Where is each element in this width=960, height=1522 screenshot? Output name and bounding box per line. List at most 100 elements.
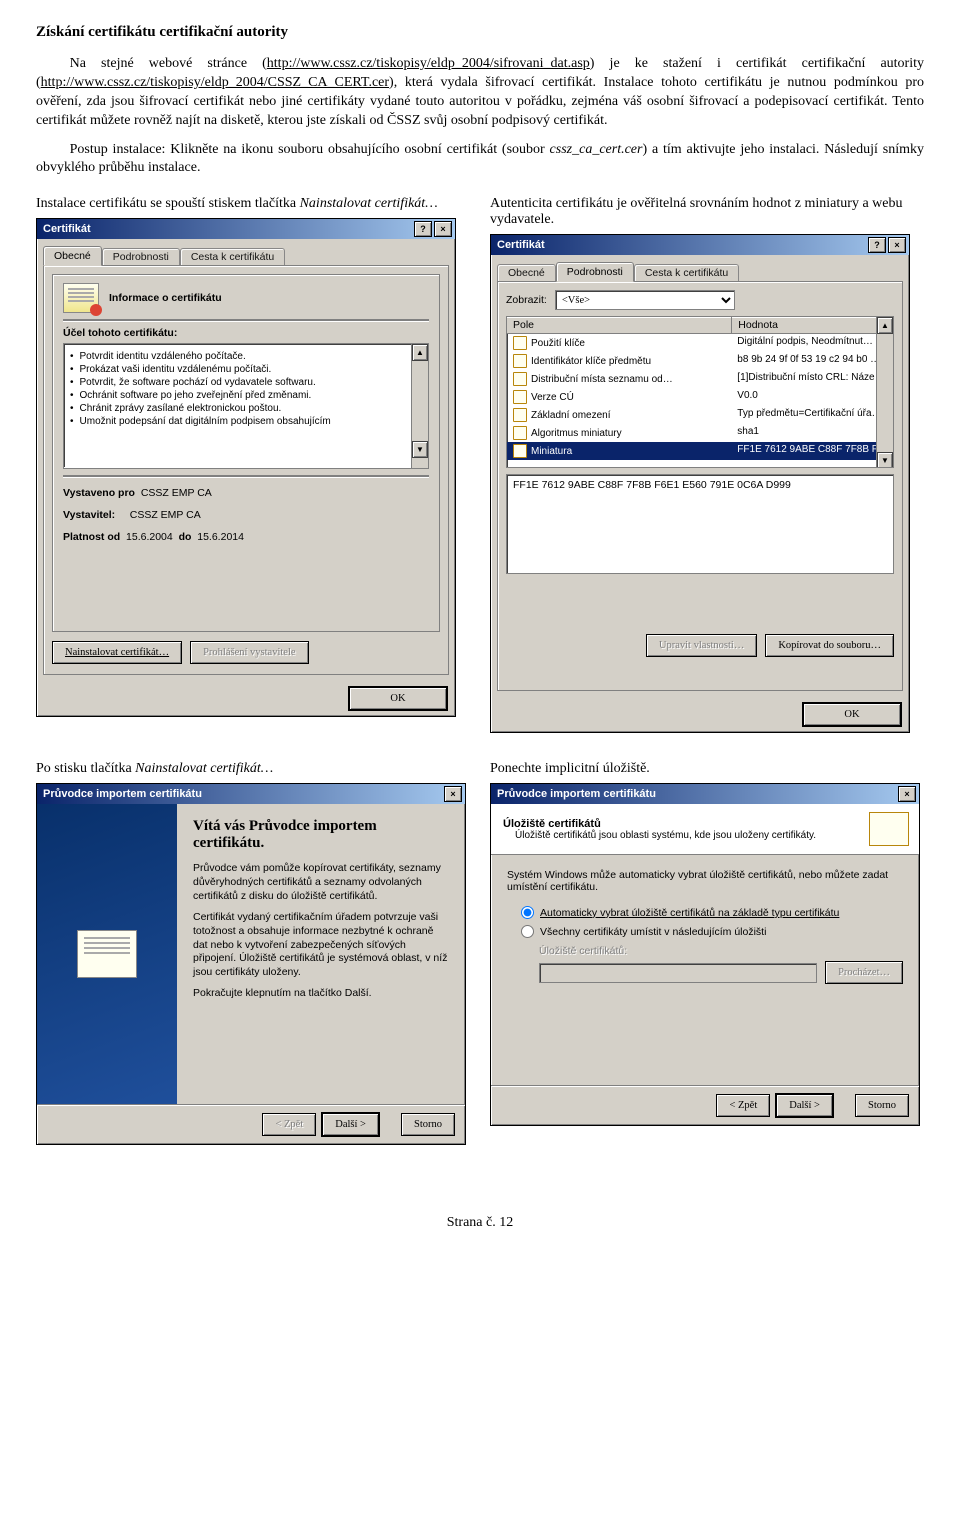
ok-button[interactable]: OK [803,703,901,726]
radio-group-store: Automaticky vybrat úložiště certifikátů … [521,903,903,984]
close-button[interactable]: × [434,221,452,237]
listview-row[interactable]: Základní omezeníTyp předmětu=Certifikačn… [507,406,893,424]
radio-manual-label: Všechny certifikáty umístit v následujíc… [540,926,766,938]
titlebar[interactable]: Průvodce importem certifikátu × [37,784,465,804]
caption-right-1: Autenticita certifikátu je ověřitelná sr… [490,196,924,228]
text: Postup instalace: Klikněte na ikonu soub… [70,142,550,157]
title-text: Průvodce importem certifikátu [497,788,896,800]
title-text: Certifikát [43,223,412,235]
radio-auto-input[interactable] [521,906,534,919]
radio-manual[interactable]: Všechny certifikáty umístit v následujíc… [521,922,903,941]
caption-left-2: Po stisku tlačítka Nainstalovat certifik… [36,761,470,777]
scrollbar[interactable]: ▲ ▼ [411,344,428,468]
show-row: Zobrazit: <Vše> [506,290,894,310]
next-button[interactable]: Další > [776,1094,833,1117]
wizard-title: Vítá vás Průvodce importem certifikátu. [193,818,449,852]
tab-general[interactable]: Obecné [43,246,102,266]
dialog-cert-general: Certifikát ? × Obecné Podrobnosti Cesta … [36,218,456,717]
issuer-row: Vystavitel: CSSZ EMP CA [63,509,429,521]
help-button[interactable]: ? [868,237,886,253]
text: Na stejné webové stránce ( [70,56,267,71]
issuer-statement-button: Prohlášení vystavitele [190,641,308,664]
cancel-button[interactable]: Storno [401,1113,455,1136]
fields-listview[interactable]: Pole Hodnota Použití klíčeDigitální podp… [506,316,894,468]
scroll-down-icon[interactable]: ▼ [412,441,428,458]
scroll-up-icon[interactable]: ▲ [877,317,893,334]
cell-field: Identifikátor klíče předmětu [531,356,651,367]
cell-field: Verze CÚ [531,392,574,403]
ok-button[interactable]: OK [349,687,447,710]
row-2: Po stisku tlačítka Nainstalovat certifik… [36,761,924,1145]
title-text: Certifikát [497,239,866,251]
col-left-2: Po stisku tlačítka Nainstalovat certifik… [36,761,470,1145]
scroll-down-icon[interactable]: ▼ [877,452,893,468]
divider [63,319,429,321]
store-input-row: Procházet… [539,961,903,984]
wizard-step-sub: Úložiště certifikátů jsou oblasti systém… [515,830,869,841]
cert-info-group: Informace o certifikátu Účel tohoto cert… [52,274,440,632]
show-select[interactable]: <Vše> [555,290,735,310]
listview-header: Pole Hodnota [507,317,893,334]
help-button[interactable]: ? [414,221,432,237]
listview-row[interactable]: Algoritmus miniatury sha1 [507,424,893,442]
cell-field: Algoritmus miniatury [531,428,622,439]
col-value[interactable]: Hodnota [732,317,893,333]
title-text: Průvodce importem certifikátu [43,788,442,800]
scroll-track[interactable] [412,361,428,441]
install-cert-button[interactable]: Nainstalovat certifikát… [52,641,182,664]
copy-to-file-button[interactable]: Kopírovat do souboru… [765,634,894,657]
cell-value: sha1 [731,424,893,442]
wizard-body: Vítá vás Průvodce importem certifikátu. … [37,804,465,1104]
close-button[interactable]: × [444,786,462,802]
scrollbar[interactable]: ▲ ▼ [876,317,893,467]
store-subfield: Úložiště certifikátů: [539,945,903,957]
wizard-footer: < Zpět Další > Storno [491,1085,919,1125]
tab-details[interactable]: Podrobnosti [556,262,634,282]
text-ital: Nainstalovat certifikát… [135,761,273,776]
field-icon [513,354,527,368]
listview-row[interactable]: Verze CÚV0.0 [507,388,893,406]
link-cert-cer[interactable]: http://www.cssz.cz/tiskopisy/eldp_2004/C… [41,75,389,90]
intro-paragraph-2: Postup instalace: Klikněte na ikonu soub… [36,141,924,179]
wizard-body-text: Systém Windows může automaticky vybrat ú… [507,869,903,893]
field-icon [513,390,527,404]
intro-paragraph-1: Na stejné webové stránce (http://www.css… [36,55,924,131]
back-button[interactable]: < Zpět [716,1094,770,1117]
purpose-item: Potvrdit identitu vzdáleného počítače. [70,350,422,363]
purpose-item: Ochránit software po jeho zveřejnění pře… [70,389,422,402]
cell-value: [1]Distribuční místo CRL: Náze… [731,370,893,388]
close-button[interactable]: × [898,786,916,802]
listview-row[interactable]: Použití klíčeDigitální podpis, Neodmítnu… [507,334,893,352]
cell-field: Základní omezení [531,410,611,421]
col-right-2: Ponechte implicitní úložiště. Průvodce i… [490,761,924,1145]
valid-to-value: 15.6.2014 [197,531,244,543]
titlebar[interactable]: Průvodce importem certifikátu × [491,784,919,804]
titlebar[interactable]: Certifikát ? × [491,235,909,255]
scroll-track[interactable] [877,334,893,452]
cell-field: Distribuční místa seznamu od… [531,374,673,385]
listview-row-selected[interactable]: MiniaturaFF1E 7612 9ABE C88F 7F8B F… [507,442,893,460]
cell-value: FF1E 7612 9ABE C88F 7F8B F… [731,442,893,460]
link-sifrovani[interactable]: http://www.cssz.cz/tiskopisy/eldp_2004/s… [267,56,590,71]
next-button[interactable]: Další > [322,1113,379,1136]
cancel-button[interactable]: Storno [855,1094,909,1117]
issuer-value: CSSZ EMP CA [130,509,201,521]
purpose-list: Potvrdit identitu vzdáleného počítače. P… [63,343,429,469]
scroll-up-icon[interactable]: ▲ [412,344,428,361]
certificate-doc-icon [77,930,137,978]
col-field[interactable]: Pole [507,317,732,333]
wizard-p3: Pokračujte klepnutím na tlačítko Další. [193,987,449,1001]
radio-manual-input[interactable] [521,925,534,938]
close-button[interactable]: × [888,237,906,253]
listview-row[interactable]: Identifikátor klíče předmětub8 9b 24 9f … [507,352,893,370]
certificate-icon [869,812,909,846]
wizard-footer: < Zpět Další > Storno [37,1104,465,1144]
listview-row[interactable]: Distribuční místa seznamu od… [1]Distribu… [507,370,893,388]
wizard-step-title: Úložiště certifikátů [503,818,601,830]
titlebar[interactable]: Certifikát ? × [37,219,455,239]
wizard-header: Úložiště certifikátů Úložiště certifikát… [491,804,919,855]
field-icon [513,444,527,458]
radio-auto[interactable]: Automaticky vybrat úložiště certifikátů … [521,903,903,922]
purpose-item: Potvrdit, že software pochází od vydavat… [70,376,422,389]
row-1: Instalace certifikátu se spouští stiskem… [36,196,924,733]
